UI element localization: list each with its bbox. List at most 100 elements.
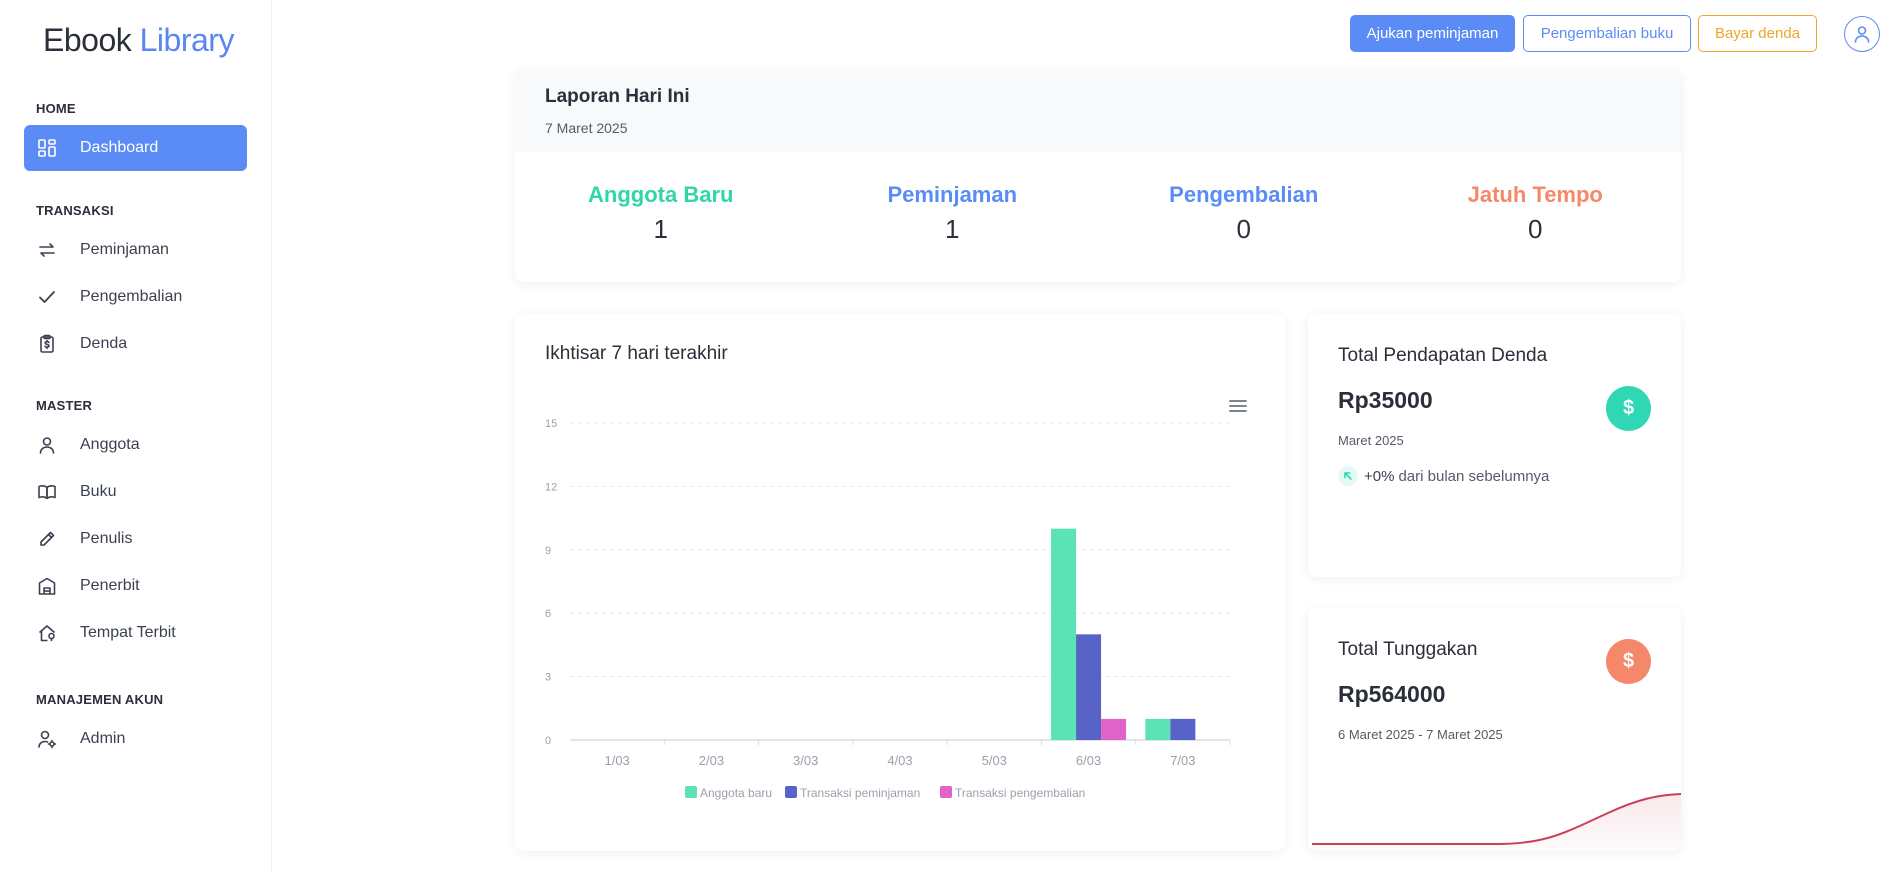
section-transaksi: TRANSAKSI bbox=[36, 203, 114, 218]
sidebar-item-label: Admin bbox=[80, 730, 126, 747]
clipboard-dollar-icon bbox=[36, 333, 58, 355]
pencil-icon bbox=[36, 528, 58, 550]
legend-label: Anggota baru bbox=[700, 786, 772, 800]
x-tick-label: 1/03 bbox=[604, 753, 629, 768]
stat-jatuh-tempo: Jatuh Tempo 0 bbox=[1390, 152, 1682, 282]
report-date: 7 Maret 2025 bbox=[545, 120, 628, 136]
x-tick-label: 5/03 bbox=[982, 753, 1007, 768]
check-icon bbox=[36, 286, 58, 308]
book-open-icon bbox=[36, 481, 58, 503]
legend-swatch bbox=[685, 786, 697, 798]
x-tick-label: 6/03 bbox=[1076, 753, 1101, 768]
stat-label: Anggota Baru bbox=[588, 182, 734, 207]
bayar-denda-button[interactable]: Bayar denda bbox=[1698, 15, 1817, 52]
stat-label: Jatuh Tempo bbox=[1467, 182, 1603, 207]
brand-part-1: Ebook bbox=[43, 22, 132, 58]
sidebar-item-label: Penulis bbox=[80, 530, 133, 547]
report-header: Laporan Hari Ini 7 Maret 2025 bbox=[515, 70, 1681, 152]
sidebar-item-peminjaman[interactable]: Peminjaman bbox=[24, 227, 247, 273]
brand-part-2: Library bbox=[139, 22, 235, 58]
arrow-up-left-icon bbox=[1338, 466, 1358, 486]
fine-income-card: Total Pendapatan Denda Rp35000 Maret 202… bbox=[1308, 313, 1681, 577]
sidebar-item-denda[interactable]: Denda bbox=[24, 321, 247, 367]
sidebar-item-penulis[interactable]: Penulis bbox=[24, 516, 247, 562]
fine-trend-text: dari bulan sebelumnya bbox=[1398, 467, 1550, 485]
overview-chart-card: Ikhtisar 7 hari terakhir 0 3 6 9 12 15 1/03 2/0… bbox=[515, 313, 1285, 851]
fine-title: Total Pendapatan Denda bbox=[1338, 345, 1548, 366]
stat-label: Peminjaman bbox=[887, 182, 1018, 207]
sidebar-item-admin[interactable]: Admin bbox=[24, 716, 247, 762]
legend-swatch bbox=[940, 786, 952, 798]
x-tick-label: 3/03 bbox=[793, 753, 818, 768]
stat-value: 0 bbox=[1528, 214, 1543, 244]
sidebar-item-label: Anggota bbox=[80, 436, 140, 453]
stat-pengembalian: Pengembalian 0 bbox=[1098, 152, 1390, 282]
sidebar: Ebook Library HOME Dashboard TRANSAKSI P… bbox=[0, 0, 272, 872]
y-tick-label: 6 bbox=[545, 608, 551, 620]
ajukan-peminjaman-button[interactable]: Ajukan peminjaman bbox=[1350, 15, 1515, 52]
dollar-icon: $ bbox=[1606, 639, 1651, 684]
stat-peminjaman: Peminjaman 1 bbox=[807, 152, 1099, 282]
dashboard-icon bbox=[36, 137, 58, 159]
sidebar-item-pengembalian[interactable]: Pengembalian bbox=[24, 274, 247, 320]
y-tick-label: 0 bbox=[545, 735, 551, 747]
user-icon bbox=[1852, 24, 1872, 44]
arrears-sparkline bbox=[1312, 793, 1681, 851]
chart-bar bbox=[1051, 528, 1077, 740]
chart-bar bbox=[1145, 718, 1171, 740]
fine-value: Rp35000 bbox=[1338, 387, 1433, 413]
fine-trend-percent: +0% bbox=[1364, 467, 1395, 485]
y-tick-label: 9 bbox=[545, 545, 551, 557]
stat-label: Pengembalian bbox=[1169, 182, 1319, 207]
brand-logo[interactable]: Ebook Library bbox=[43, 22, 234, 59]
sidebar-item-label: Dashboard bbox=[80, 139, 159, 156]
sidebar-item-label: Penerbit bbox=[80, 577, 140, 594]
sidebar-item-buku[interactable]: Buku bbox=[24, 469, 247, 515]
y-tick-label: 15 bbox=[545, 418, 557, 430]
section-akun: MANAJEMEN AKUN bbox=[36, 692, 164, 707]
report-stats: Anggota Baru 1 Peminjaman 1 Pengembalian… bbox=[515, 152, 1681, 282]
fine-trend: +0% dari bulan sebelumnya bbox=[1338, 466, 1549, 486]
x-tick-label: 7/03 bbox=[1170, 753, 1195, 768]
x-tick-label: 2/03 bbox=[699, 753, 724, 768]
pengembalian-buku-button[interactable]: Pengembalian buku bbox=[1523, 15, 1691, 52]
sidebar-item-label: Peminjaman bbox=[80, 241, 169, 258]
legend-swatch bbox=[785, 786, 797, 798]
swap-arrows-icon bbox=[36, 239, 58, 261]
arrears-value: Rp564000 bbox=[1338, 681, 1446, 707]
chart-bar bbox=[1170, 718, 1196, 740]
user-avatar[interactable] bbox=[1844, 16, 1880, 52]
stat-value: 1 bbox=[653, 214, 668, 244]
stat-value: 0 bbox=[1236, 214, 1251, 244]
fine-period: Maret 2025 bbox=[1338, 433, 1404, 448]
x-tick-label: 4/03 bbox=[887, 753, 912, 768]
y-tick-label: 3 bbox=[545, 672, 551, 684]
sidebar-item-label: Pengembalian bbox=[80, 288, 183, 305]
arrears-title: Total Tunggakan bbox=[1338, 639, 1478, 660]
arrears-card: Total Tunggakan Rp564000 6 Maret 2025 - … bbox=[1308, 607, 1681, 851]
sidebar-item-label: Buku bbox=[80, 483, 117, 500]
sidebar-item-dashboard[interactable]: Dashboard bbox=[24, 125, 247, 171]
y-tick-label: 12 bbox=[545, 481, 557, 493]
dollar-icon: $ bbox=[1606, 386, 1651, 431]
building-icon bbox=[36, 575, 58, 597]
stat-anggota-baru: Anggota Baru 1 bbox=[515, 152, 807, 282]
sidebar-item-label: Tempat Terbit bbox=[80, 624, 176, 641]
sidebar-item-label: Denda bbox=[80, 335, 128, 352]
sidebar-item-anggota[interactable]: Anggota bbox=[24, 422, 247, 468]
chart-bar bbox=[1076, 634, 1102, 740]
daily-report-card: Laporan Hari Ini 7 Maret 2025 Anggota Ba… bbox=[515, 70, 1681, 282]
section-home: HOME bbox=[36, 101, 76, 116]
user-cog-icon bbox=[36, 728, 58, 750]
legend-label: Transaksi peminjaman bbox=[800, 786, 920, 800]
chart-bar bbox=[1101, 718, 1127, 740]
section-master: MASTER bbox=[36, 398, 93, 413]
user-icon bbox=[36, 434, 58, 456]
sidebar-item-penerbit[interactable]: Penerbit bbox=[24, 563, 247, 609]
report-title: Laporan Hari Ini bbox=[545, 86, 690, 107]
bar-chart: 0 3 6 9 12 15 1/03 2/03 3/03 4/03 5/03 6/03 7/03 Angg… bbox=[545, 418, 1231, 800]
legend-label: Transaksi pengembalian bbox=[955, 786, 1085, 800]
house-location-icon bbox=[36, 622, 58, 644]
sidebar-item-tempat-terbit[interactable]: Tempat Terbit bbox=[24, 610, 247, 656]
stat-value: 1 bbox=[945, 214, 960, 244]
